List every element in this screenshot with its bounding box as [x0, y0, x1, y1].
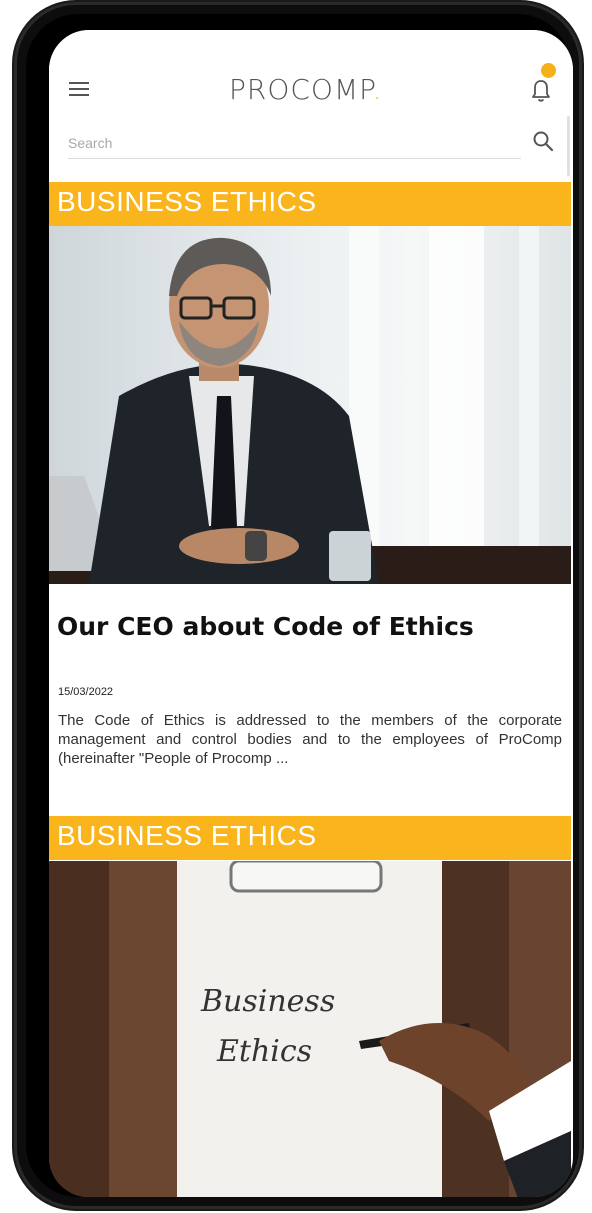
- business-ethics-photo: Business Ethics: [49, 861, 571, 1197]
- search-input[interactable]: [68, 130, 521, 156]
- top-bar: PROCOMP.: [49, 30, 573, 176]
- ceo-photo: [49, 226, 571, 584]
- article-image[interactable]: Business Ethics: [49, 861, 571, 1197]
- article-excerpt: The Code of Ethics is addressed to the m…: [58, 712, 562, 767]
- category-label: BUSINESS ETHICS: [57, 186, 317, 217]
- logo-text: PROCOMP: [229, 73, 373, 106]
- notification-badge: [541, 63, 556, 78]
- image-handwriting-line2: Ethics: [216, 1034, 312, 1069]
- category-label: BUSINESS ETHICS: [57, 820, 317, 851]
- article-date: 15/03/2022: [58, 686, 114, 698]
- app-logo: PROCOMP.: [229, 70, 383, 110]
- hamburger-menu-icon[interactable]: [69, 82, 89, 96]
- search-field[interactable]: [68, 130, 521, 159]
- app-screen: PROCOMP. BUSINESS ETHICS: [49, 30, 573, 1197]
- image-handwriting-line1: Business: [200, 984, 335, 1019]
- category-banner[interactable]: BUSINESS ETHICS: [49, 816, 571, 860]
- search-icon[interactable]: [532, 130, 554, 152]
- bell-icon[interactable]: [529, 78, 553, 104]
- category-banner[interactable]: BUSINESS ETHICS: [49, 182, 571, 226]
- article-title[interactable]: Our CEO about Code of Ethics: [57, 612, 474, 641]
- scrollbar[interactable]: [567, 116, 570, 176]
- article-image[interactable]: [49, 226, 571, 584]
- logo-accent: .: [372, 73, 383, 106]
